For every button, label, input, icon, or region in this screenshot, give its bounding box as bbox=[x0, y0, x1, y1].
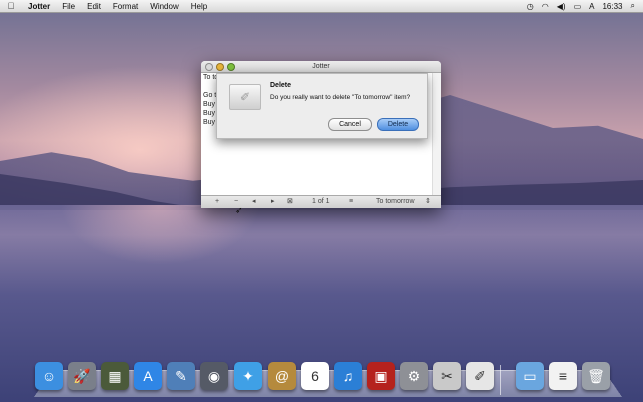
window-title: Jotter bbox=[312, 63, 330, 70]
preview-icon[interactable]: ✎ bbox=[167, 362, 195, 390]
jotter-app-icon: ✐ bbox=[229, 84, 261, 110]
itunes-icon[interactable]: ♫ bbox=[334, 362, 362, 390]
app-store-icon[interactable]: A bbox=[134, 362, 162, 390]
list-icon[interactable]: ≡ bbox=[349, 197, 353, 207]
finder-icon[interactable]: ☺ bbox=[35, 362, 63, 390]
apple-menu-icon[interactable]:  bbox=[0, 1, 22, 11]
delete-confirmation-sheet: ✐ Delete Do you really want to delete "T… bbox=[216, 73, 428, 139]
vertical-scrollbar[interactable] bbox=[432, 73, 441, 195]
system-preferences-icon[interactable]: ⚙ bbox=[400, 362, 428, 390]
utility-icon[interactable]: ✂ bbox=[433, 362, 461, 390]
menu-edit[interactable]: Edit bbox=[81, 2, 107, 11]
cancel-button[interactable]: Cancel bbox=[328, 118, 372, 131]
dock-separator bbox=[500, 365, 501, 395]
menu-app-name[interactable]: Jotter bbox=[22, 2, 56, 11]
window-titlebar[interactable]: Jotter bbox=[201, 61, 441, 73]
share-icon[interactable]: ⊠ bbox=[287, 197, 293, 207]
input-menu-icon[interactable]: A bbox=[589, 2, 594, 11]
delete-button[interactable]: Delete bbox=[377, 118, 419, 131]
menu-bar:  Jotter File Edit Format Window Help ◷ … bbox=[0, 0, 643, 13]
mission-control-icon[interactable]: ▦ bbox=[101, 362, 129, 390]
zoom-button[interactable] bbox=[227, 63, 235, 71]
document-icon[interactable]: ≡ bbox=[549, 362, 577, 390]
contacts-icon[interactable]: @ bbox=[268, 362, 296, 390]
menu-file[interactable]: File bbox=[56, 2, 81, 11]
battery-icon[interactable]: ▭ bbox=[574, 2, 582, 11]
mouse-cursor-icon: ➶ bbox=[235, 205, 243, 215]
close-button[interactable] bbox=[205, 63, 213, 71]
next-note-button[interactable]: ▸ bbox=[271, 197, 275, 207]
spotlight-icon[interactable]: ⌕ bbox=[631, 1, 635, 11]
dialog-message: Do you really want to delete "To tomorro… bbox=[270, 94, 411, 101]
menu-format[interactable]: Format bbox=[107, 2, 144, 11]
menu-clock[interactable]: 16:33 bbox=[602, 2, 622, 11]
minimize-button[interactable] bbox=[216, 63, 224, 71]
menu-window[interactable]: Window bbox=[144, 2, 184, 11]
add-note-button[interactable]: + bbox=[215, 197, 219, 207]
note-selector[interactable]: To tomorrow bbox=[376, 197, 415, 207]
trash-icon[interactable]: 🗑 bbox=[582, 362, 610, 390]
volume-icon[interactable]: ◀) bbox=[557, 2, 566, 11]
jotter-icon[interactable]: ✐ bbox=[466, 362, 494, 390]
time-machine-icon[interactable]: ◷ bbox=[527, 2, 534, 11]
safari-icon[interactable]: ✦ bbox=[234, 362, 262, 390]
menu-help[interactable]: Help bbox=[185, 2, 213, 11]
wallpaper-reflection bbox=[60, 205, 260, 265]
chevron-updown-icon[interactable]: ⇕ bbox=[425, 197, 431, 207]
page-indicator: 1 of 1 bbox=[312, 198, 330, 205]
calendar-icon[interactable]: 6 bbox=[301, 362, 329, 390]
dialog-title: Delete bbox=[270, 82, 292, 89]
previous-note-button[interactable]: ◂ bbox=[252, 197, 256, 207]
wifi-icon[interactable]: ◠ bbox=[542, 2, 549, 11]
folder-icon[interactable]: ▭ bbox=[516, 362, 544, 390]
launchpad-icon[interactable]: 🚀 bbox=[68, 362, 96, 390]
photo-booth-icon[interactable]: ▣ bbox=[367, 362, 395, 390]
facetime-icon[interactable]: ◉ bbox=[200, 362, 228, 390]
